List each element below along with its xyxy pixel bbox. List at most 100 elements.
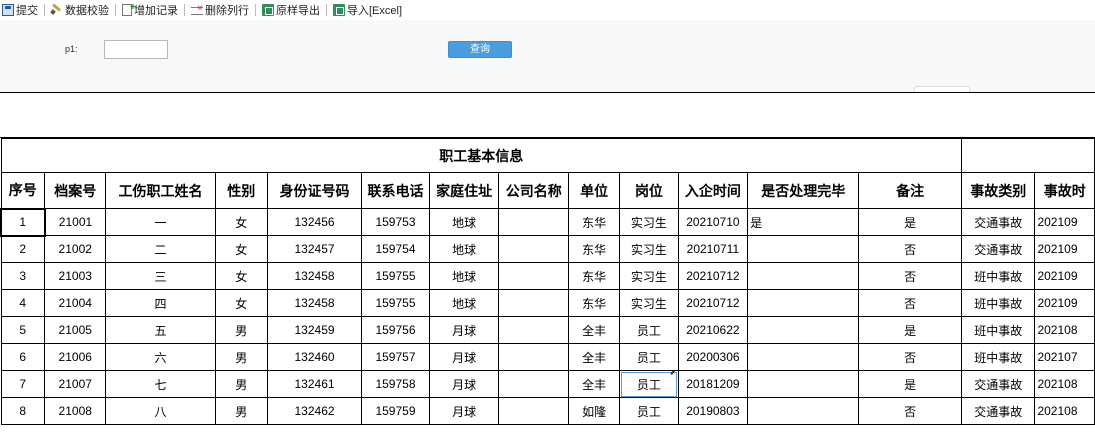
- table-cell[interactable]: 202109: [1034, 262, 1095, 290]
- table-cell[interactable]: 女: [214, 235, 268, 263]
- table-cell[interactable]: 否: [858, 235, 962, 263]
- table-cell[interactable]: 六: [105, 343, 216, 371]
- table-cell[interactable]: 月球: [428, 370, 500, 398]
- table-cell[interactable]: 地球: [428, 208, 500, 236]
- table-cell[interactable]: 159755: [361, 289, 430, 317]
- table-cell[interactable]: 员工: [619, 397, 679, 425]
- table-cell[interactable]: 是: [747, 208, 860, 236]
- table-cell[interactable]: 21005: [44, 316, 107, 344]
- table-cell[interactable]: 20181209: [677, 370, 749, 398]
- table-cell[interactable]: 202108: [1034, 370, 1095, 398]
- table-cell[interactable]: 男: [214, 397, 268, 425]
- table-cell[interactable]: 八: [105, 397, 216, 425]
- table-cell[interactable]: [747, 289, 860, 317]
- add-record-button[interactable]: 增加记录: [120, 1, 180, 19]
- table-cell[interactable]: 159757: [361, 343, 430, 371]
- table-cell[interactable]: [747, 397, 860, 425]
- table-cell[interactable]: 三: [105, 262, 216, 290]
- table-cell[interactable]: 男: [214, 316, 268, 344]
- table-cell[interactable]: 月球: [428, 316, 500, 344]
- table-cell[interactable]: 20190803: [677, 397, 749, 425]
- table-cell[interactable]: 交通事故: [960, 370, 1036, 398]
- import-excel-button[interactable]: 导入[Excel]: [331, 1, 404, 19]
- table-cell[interactable]: [498, 235, 569, 263]
- delete-row-button[interactable]: 删除列行: [189, 1, 251, 19]
- table-cell[interactable]: 东华: [567, 235, 621, 263]
- table-cell[interactable]: 全丰: [567, 343, 621, 371]
- table-cell[interactable]: 132457: [266, 235, 363, 263]
- table-cell[interactable]: 如隆: [567, 397, 621, 425]
- table-cell[interactable]: 交通事故: [960, 397, 1036, 425]
- table-cell[interactable]: 否: [858, 289, 962, 317]
- table-cell[interactable]: 七: [105, 370, 216, 398]
- table-cell[interactable]: 实习生: [619, 208, 679, 236]
- table-cell[interactable]: 20210712: [677, 289, 749, 317]
- table-cell[interactable]: 全丰: [567, 316, 621, 344]
- table-cell[interactable]: 交通事故: [960, 235, 1036, 263]
- table-cell[interactable]: 20200306: [677, 343, 749, 371]
- table-cell[interactable]: 202107: [1034, 343, 1095, 371]
- table-cell[interactable]: 3: [0, 262, 46, 290]
- table-cell[interactable]: 女: [214, 262, 268, 290]
- table-cell[interactable]: 132458: [266, 262, 363, 290]
- table-cell[interactable]: 实习生: [619, 262, 679, 290]
- table-cell[interactable]: [747, 235, 860, 263]
- table-cell[interactable]: [498, 289, 569, 317]
- table-cell[interactable]: 132461: [266, 370, 363, 398]
- table-cell[interactable]: 实习生: [619, 289, 679, 317]
- table-cell[interactable]: [747, 370, 860, 398]
- table-cell[interactable]: [498, 316, 569, 344]
- table-cell[interactable]: 21007: [44, 370, 107, 398]
- table-cell[interactable]: 2: [0, 235, 46, 263]
- table-cell[interactable]: 202108: [1034, 397, 1095, 425]
- table-cell[interactable]: 实习生: [619, 235, 679, 263]
- table-cell[interactable]: 否: [858, 343, 962, 371]
- table-cell[interactable]: 地球: [428, 262, 500, 290]
- table-cell[interactable]: 20210622: [677, 316, 749, 344]
- table-cell[interactable]: 159759: [361, 397, 430, 425]
- table-cell[interactable]: 202109: [1034, 289, 1095, 317]
- table-cell[interactable]: 东华: [567, 289, 621, 317]
- table-cell[interactable]: 132459: [266, 316, 363, 344]
- table-cell[interactable]: 全丰: [567, 370, 621, 398]
- table-cell[interactable]: 1: [0, 207, 46, 237]
- table-cell[interactable]: 班中事故: [960, 343, 1036, 371]
- submit-button[interactable]: 提交: [0, 1, 40, 19]
- table-cell[interactable]: 132462: [266, 397, 363, 425]
- table-cell[interactable]: 二: [105, 235, 216, 263]
- table-cell[interactable]: 是: [858, 208, 962, 236]
- table-cell[interactable]: 21002: [44, 235, 107, 263]
- table-cell[interactable]: [498, 370, 569, 398]
- table-cell[interactable]: 21004: [44, 289, 107, 317]
- table-cell[interactable]: 202109: [1034, 235, 1095, 263]
- table-cell[interactable]: 女: [214, 208, 268, 236]
- table-cell[interactable]: 5: [0, 316, 46, 344]
- table-cell[interactable]: 8: [0, 397, 46, 425]
- table-cell[interactable]: 员工: [619, 316, 679, 344]
- table-cell[interactable]: 是: [858, 370, 962, 398]
- table-cell[interactable]: 地球: [428, 235, 500, 263]
- table-cell[interactable]: 159753: [361, 208, 430, 236]
- table-cell[interactable]: 159754: [361, 235, 430, 263]
- table-cell[interactable]: 男: [214, 370, 268, 398]
- table-cell[interactable]: 否: [858, 397, 962, 425]
- table-cell[interactable]: 132460: [266, 343, 363, 371]
- table-cell[interactable]: 班中事故: [960, 262, 1036, 290]
- table-cell[interactable]: 132456: [266, 208, 363, 236]
- table-cell[interactable]: 6: [0, 343, 46, 371]
- table-cell[interactable]: 月球: [428, 343, 500, 371]
- table-cell[interactable]: 20210711: [677, 235, 749, 263]
- table-cell[interactable]: 女: [214, 289, 268, 317]
- table-cell[interactable]: 202109: [1034, 208, 1095, 236]
- table-cell[interactable]: 员工: [619, 370, 679, 398]
- table-cell[interactable]: 东华: [567, 262, 621, 290]
- table-cell[interactable]: 男: [214, 343, 268, 371]
- validate-data-button[interactable]: 数据校验: [49, 1, 111, 19]
- table-cell[interactable]: [498, 262, 569, 290]
- table-cell[interactable]: 159758: [361, 370, 430, 398]
- table-cell[interactable]: 班中事故: [960, 289, 1036, 317]
- table-cell[interactable]: 21003: [44, 262, 107, 290]
- table-cell[interactable]: [498, 208, 569, 236]
- table-cell[interactable]: 是: [858, 316, 962, 344]
- table-cell[interactable]: 20210710: [677, 208, 749, 236]
